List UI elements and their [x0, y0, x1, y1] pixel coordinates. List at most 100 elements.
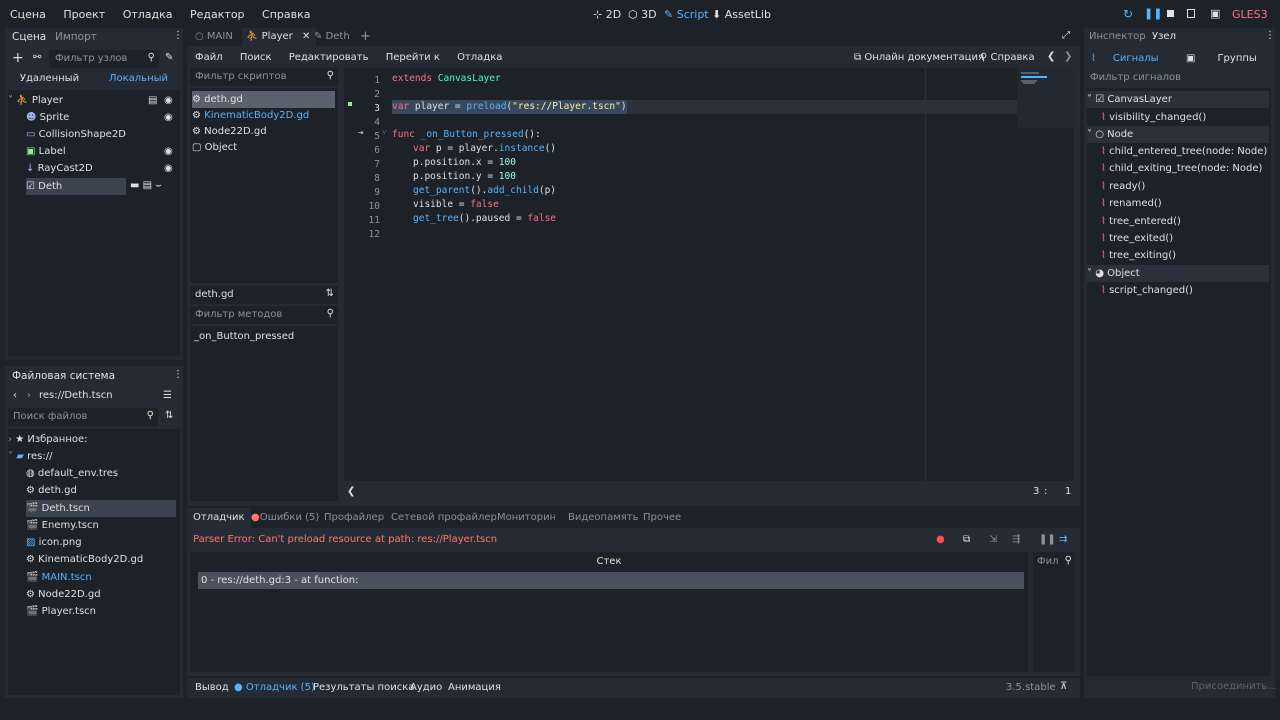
visibility-icon[interactable]: ◉: [164, 109, 173, 126]
view-local-button[interactable]: Локальный: [94, 71, 183, 87]
sort-icon[interactable]: ⇅: [326, 288, 334, 299]
script-attach-icon[interactable]: ✎: [165, 52, 173, 63]
menu-goto[interactable]: Перейти к: [386, 52, 440, 63]
tab-profiler[interactable]: Профайлер: [324, 512, 384, 523]
step-over-icon[interactable]: ⇶: [1012, 534, 1020, 545]
stop-icon[interactable]: [1167, 10, 1174, 17]
file-item[interactable]: ⚙ Node22D.gd: [26, 586, 101, 603]
mode-assetlib-button[interactable]: ⬇ AssetLib: [712, 8, 771, 21]
file-item-selected[interactable]: 🎬 Deth.tscn: [26, 500, 176, 517]
signal-item[interactable]: ⌇ child_entered_tree(node: Node): [1101, 143, 1267, 160]
menu-project[interactable]: Проект: [63, 8, 105, 21]
mode-script-button[interactable]: ✎ Script: [664, 8, 709, 21]
add-tab-icon[interactable]: +: [360, 29, 371, 44]
script-item[interactable]: ▢ Object: [192, 139, 237, 156]
menu-editor[interactable]: Редактор: [190, 8, 245, 21]
file-item[interactable]: ⚙ KinematicBody2D.gd: [26, 551, 143, 568]
help-button[interactable]: ⚲ Справка: [980, 52, 1035, 63]
prev-script-icon[interactable]: ❮: [1047, 51, 1055, 62]
signal-item[interactable]: ⌇ ready(): [1101, 178, 1145, 195]
signal-item[interactable]: ⌇ renamed(): [1101, 195, 1162, 212]
tab-player[interactable]: ⛹ Player ✕: [242, 28, 317, 46]
groups-tab[interactable]: ▣ Группы: [1180, 50, 1273, 68]
pause-icon[interactable]: ❚❚: [1144, 7, 1162, 20]
tree-node-sprite[interactable]: ☻ Sprite ◉: [26, 109, 178, 126]
next-script-icon[interactable]: ❯: [1064, 51, 1072, 62]
nav-back-icon[interactable]: ‹: [13, 390, 17, 401]
script-item-selected[interactable]: ⚙ deth.gd: [192, 91, 335, 108]
toggle-scripts-icon[interactable]: ❮: [347, 486, 355, 497]
link-icon[interactable]: ⚯: [33, 52, 41, 63]
code-editor[interactable]: 1 2 3 4 5 6 7 8 9 10 11 12 ⇥ ˅ extends C…: [344, 68, 1074, 481]
signal-item[interactable]: ⌇ child_exiting_tree(node: Node): [1101, 160, 1262, 177]
view-remote-button[interactable]: Удаленный: [5, 71, 94, 87]
instance-icon[interactable]: ▬: [130, 180, 139, 191]
signal-connected-icon[interactable]: ⇥: [358, 128, 363, 138]
file-item[interactable]: 🎬 Player.tscn: [26, 603, 96, 620]
file-search-input[interactable]: Поиск файлов ⚲: [8, 408, 158, 426]
signal-filter-input[interactable]: Фильтр сигналов: [1090, 72, 1181, 83]
signal-group-object[interactable]: ˅ ◕ Object: [1087, 265, 1269, 282]
signal-group-canvaslayer[interactable]: ˅ ☑ CanvasLayer: [1087, 91, 1269, 108]
mode-2d-button[interactable]: ⊹ 2D: [593, 8, 621, 21]
split-view-icon[interactable]: ☰: [163, 390, 172, 401]
dock-menu-icon[interactable]: ⋮: [173, 30, 183, 41]
tab-deth[interactable]: ✎ Deth: [314, 31, 350, 42]
online-docs-button[interactable]: ⧉ Онлайн документация: [854, 52, 984, 63]
tab-inspector[interactable]: Инспектор: [1089, 31, 1146, 42]
tab-debugger[interactable]: Отладчик: [187, 508, 251, 528]
script-item[interactable]: ⚙ KinematicBody2D.gd: [192, 107, 309, 124]
file-item[interactable]: ◍ default_env.tres: [26, 465, 118, 482]
dock-menu-icon[interactable]: ⋮: [1265, 30, 1275, 41]
signal-icon[interactable]: ⌣: [155, 180, 162, 191]
tab-node[interactable]: Узел: [1152, 31, 1176, 42]
path-field[interactable]: res://Deth.tscn: [39, 390, 113, 401]
method-item[interactable]: _on_Button_pressed: [194, 328, 294, 345]
continue-icon[interactable]: ⇉: [1059, 534, 1067, 545]
tree-node-collisionshape2d[interactable]: ▭ CollisionShape2D: [26, 126, 178, 143]
file-item[interactable]: 🎬 Enemy.tscn: [26, 517, 99, 534]
tab-monitors[interactable]: Мониторинг: [497, 512, 555, 523]
expand-panel-icon[interactable]: ⊼: [1060, 681, 1067, 692]
sort-icon[interactable]: ⇅: [165, 410, 173, 421]
minimap[interactable]: [1017, 68, 1074, 128]
menu-help[interactable]: Справка: [262, 8, 310, 21]
menu-edit[interactable]: Редактировать: [289, 52, 369, 63]
signal-item[interactable]: ⌇ visibility_changed(): [1101, 109, 1206, 126]
signal-group-node[interactable]: ˅ ○ Node: [1087, 126, 1269, 143]
node-filter-input[interactable]: Фильтр узлов ⚲: [49, 50, 159, 68]
vars-filter[interactable]: Фил: [1037, 556, 1059, 567]
script-item[interactable]: ⚙ Node22D.gd: [192, 123, 267, 140]
break-icon[interactable]: ❚❚: [1039, 534, 1056, 545]
script-icon[interactable]: ▤: [143, 180, 152, 191]
tab-animation[interactable]: Анимация: [448, 682, 501, 693]
menu-debug[interactable]: Отладка: [123, 8, 173, 21]
nav-forward-icon[interactable]: ›: [27, 390, 31, 401]
menu-debug[interactable]: Отладка: [457, 52, 502, 63]
signals-tab[interactable]: ⌇ Сигналы: [1086, 50, 1178, 68]
signal-item[interactable]: ⌇ tree_exited(): [1101, 230, 1173, 247]
tree-node-raycast2d[interactable]: ↓ RayCast2D ◉: [26, 160, 178, 177]
connect-button[interactable]: Присоединить...: [1191, 681, 1277, 692]
tab-search-results[interactable]: Результаты поиска: [313, 682, 414, 693]
step-into-icon[interactable]: ⇲: [989, 534, 997, 545]
tree-node-label[interactable]: ▣ Label ◉: [26, 143, 178, 160]
reload-icon[interactable]: ↻: [1123, 7, 1133, 21]
file-item[interactable]: ⚙ deth.gd: [26, 482, 77, 499]
renderer-label[interactable]: GLES3: [1232, 8, 1268, 21]
play-scene-icon[interactable]: [1187, 9, 1195, 18]
root-folder[interactable]: ˅ ▰ res://: [8, 448, 52, 465]
tab-errors[interactable]: ●Ошибки (5): [251, 512, 319, 523]
visibility-icon[interactable]: ◉: [164, 143, 173, 160]
fold-arrow-icon[interactable]: ˅: [382, 128, 387, 137]
tab-import[interactable]: Импорт: [55, 31, 97, 43]
signal-item[interactable]: ⌇ tree_exiting(): [1101, 247, 1176, 264]
copy-icon[interactable]: ⧉: [963, 534, 970, 545]
tab-scene[interactable]: Сцена: [12, 31, 46, 43]
menu-file[interactable]: Файл: [195, 52, 223, 63]
menu-search[interactable]: Поиск: [240, 52, 272, 63]
close-icon[interactable]: ✕: [302, 31, 310, 42]
tree-node-deth[interactable]: ☑ Deth: [26, 178, 126, 195]
signal-item[interactable]: ⌇ tree_entered(): [1101, 213, 1181, 230]
play-custom-icon[interactable]: ▣: [1210, 7, 1220, 20]
